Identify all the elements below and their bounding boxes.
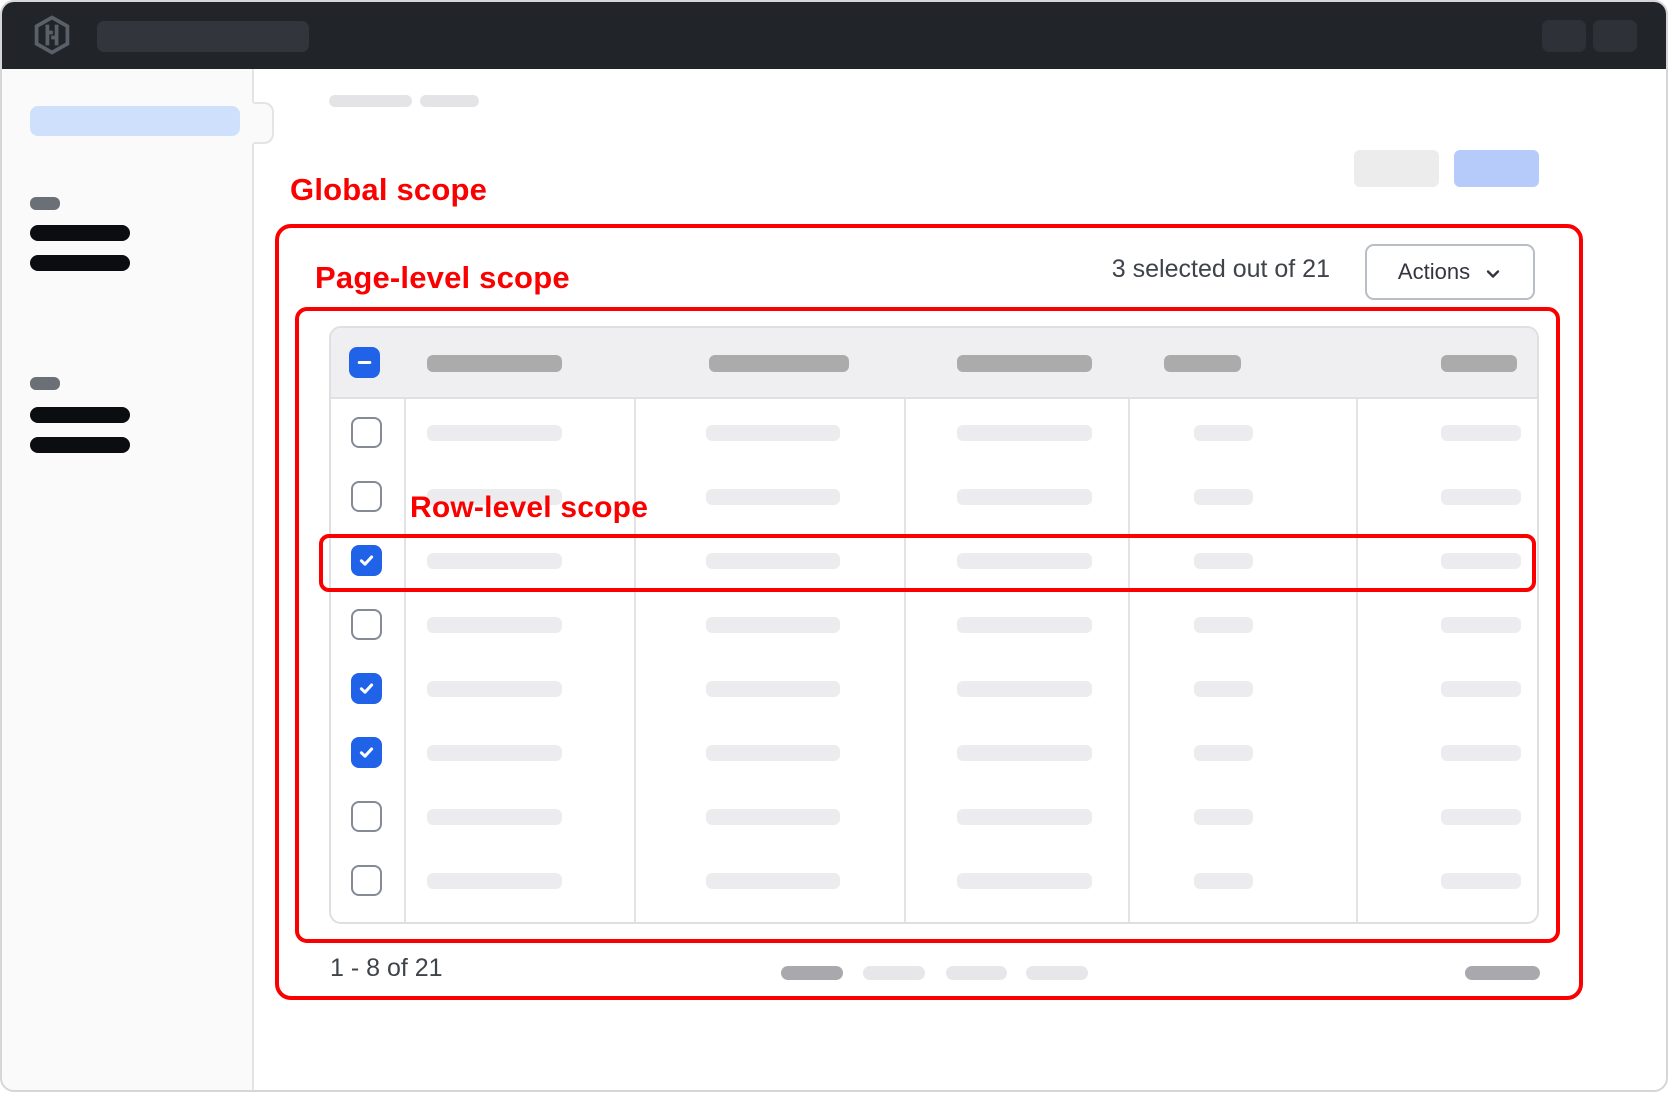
cell-skeleton [1194,489,1253,505]
cell-skeleton [427,873,562,889]
search-input-skeleton[interactable] [97,21,309,52]
cell-skeleton [706,425,840,441]
cell-skeleton [427,745,562,761]
cell-skeleton [957,489,1092,505]
cell-skeleton [1194,809,1253,825]
row-scope-annotation: Row-level scope [410,491,648,525]
breadcrumb-skeleton [420,95,479,107]
table-row [331,849,1537,913]
cell-skeleton [1441,425,1521,441]
column-header-skeleton [427,355,562,372]
table-row [331,593,1537,657]
cell-skeleton [1441,873,1521,889]
column-header-skeleton [1441,355,1517,372]
sidebar-active-item-skeleton[interactable] [30,106,240,136]
row-checkbox[interactable] [351,737,382,768]
row-checkbox[interactable] [351,801,382,832]
breadcrumb-skeleton [329,95,412,107]
row-checkbox[interactable] [351,417,382,448]
cell-skeleton [957,809,1092,825]
cell-skeleton [706,681,840,697]
pagination-page-skeleton[interactable] [946,966,1007,980]
cell-skeleton [957,425,1092,441]
app-window: Global scope Page-level scope 3 selected… [0,0,1668,1092]
sidebar-item-skeleton[interactable] [30,407,130,423]
table-header-row [331,328,1537,399]
table-row [331,785,1537,849]
cell-skeleton [706,745,840,761]
cell-skeleton [706,617,840,633]
sidebar-item-skeleton[interactable] [30,225,130,241]
cell-skeleton [427,681,562,697]
cell-skeleton [1441,745,1521,761]
cell-skeleton [706,873,840,889]
table-body [331,401,1537,913]
cell-skeleton [1441,489,1521,505]
sidebar-item-skeleton[interactable] [30,255,130,271]
actions-button-label: Actions [1398,259,1470,285]
pagination-range-label: 1 - 8 of 21 [330,954,443,983]
cell-skeleton [1194,617,1253,633]
cell-skeleton [1194,681,1253,697]
table-row [331,401,1537,465]
pagination-prev-skeleton[interactable] [781,966,843,980]
row-checkbox[interactable] [351,673,382,704]
row-checkbox[interactable] [351,481,382,512]
chevron-down-icon [1484,265,1502,283]
row-checkbox[interactable] [351,865,382,896]
cell-skeleton [1441,681,1521,697]
column-header-skeleton [957,355,1092,372]
cell-skeleton [1441,809,1521,825]
sidebar-section-label-skeleton [30,197,60,210]
cell-skeleton [427,425,562,441]
column-header-skeleton [1164,355,1241,372]
cell-skeleton [1194,745,1253,761]
sidebar [2,69,254,1092]
cell-skeleton [427,617,562,633]
cell-skeleton [427,809,562,825]
pagination-next-skeleton[interactable] [1465,966,1540,980]
cell-skeleton [957,617,1092,633]
top-nav-bar [2,2,1666,69]
global-scope-annotation: Global scope [290,172,487,208]
check-icon [358,744,375,761]
check-icon [358,680,375,697]
cell-skeleton [706,809,840,825]
cell-skeleton [957,745,1092,761]
secondary-button-skeleton[interactable] [1354,150,1439,187]
sidebar-section-label-skeleton [30,377,60,390]
actions-dropdown-button[interactable]: Actions [1365,244,1535,300]
pagination-page-skeleton[interactable] [1026,966,1088,980]
data-table [329,326,1539,924]
page-scope-annotation: Page-level scope [315,260,570,296]
primary-button-skeleton[interactable] [1454,150,1539,187]
cell-skeleton [1441,617,1521,633]
topbar-action-skeleton[interactable] [1542,20,1586,52]
hashicorp-logo-icon [32,15,72,55]
cell-skeleton [1194,873,1253,889]
row-checkbox[interactable] [351,609,382,640]
pagination-page-skeleton[interactable] [863,966,925,980]
sidebar-collapse-handle[interactable] [252,102,274,144]
indeterminate-icon [356,354,373,371]
row-scope-outline [319,534,1536,592]
cell-skeleton [1194,425,1253,441]
selection-status: 3 selected out of 21 [902,255,1330,284]
select-all-checkbox[interactable] [349,347,380,378]
cell-skeleton [706,489,840,505]
topbar-action-skeleton[interactable] [1593,20,1637,52]
cell-skeleton [957,681,1092,697]
table-row [331,657,1537,721]
column-header-skeleton [709,355,849,372]
cell-skeleton [957,873,1092,889]
sidebar-item-skeleton[interactable] [30,437,130,453]
table-row [331,721,1537,785]
